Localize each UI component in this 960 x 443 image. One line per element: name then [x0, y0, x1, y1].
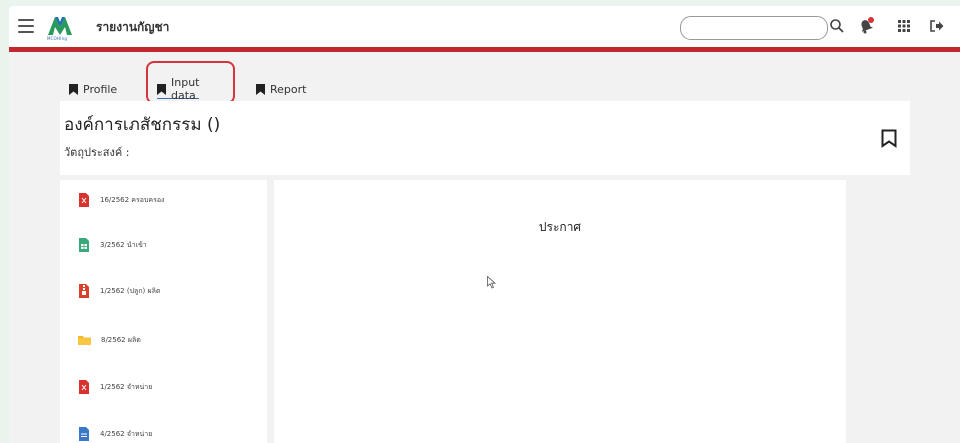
org-objective-label: วัตถุประสงค์ :: [64, 146, 130, 159]
doc-file-icon: [79, 427, 89, 441]
app-title: รายงานกัญชา: [96, 20, 170, 34]
mouse-cursor-icon: [487, 276, 496, 289]
org-header-card: องค์การเภสัชกรรม () วัตถุประสงค์ :: [60, 101, 910, 175]
bookmark-icon: [256, 83, 265, 95]
tab-report[interactable]: Report: [256, 80, 306, 98]
file-label: 4/2562 จำหน่าย: [100, 429, 153, 438]
org-title: องค์การเภสัชกรรม (): [64, 115, 221, 135]
sheet-file-icon: [79, 238, 89, 252]
list-item[interactable]: 1/2562 จำหน่าย: [78, 379, 152, 395]
list-item[interactable]: 3/2562 นำเข้า: [78, 237, 147, 253]
list-item[interactable]: 8/2562 ผลิต: [78, 332, 141, 348]
logout-icon[interactable]: [928, 17, 946, 35]
notification-badge: [868, 17, 874, 23]
announcement-heading: ประกาศ: [538, 220, 582, 234]
top-bar: MCOHIng รายงานกัญชา: [9, 6, 960, 52]
zip-file-icon: [79, 284, 89, 298]
tab-input-data[interactable]: Input data: [157, 76, 200, 102]
file-list: 16/2562 ครอบครอง 3/2562 นำเข้า 1/2562 (ป…: [60, 180, 267, 443]
logo-text: MCOHIng: [47, 36, 68, 41]
list-item[interactable]: 1/2562 (ปลูก) ผลิต: [78, 283, 160, 299]
tab-report-label: Report: [270, 82, 307, 96]
notification-bell[interactable]: [857, 17, 875, 35]
bookmark-icon: [157, 83, 166, 95]
tab-input-data-label: Input data: [171, 76, 200, 102]
tab-profile-label: Profile: [83, 82, 118, 96]
search-input[interactable]: [680, 16, 828, 40]
pdf-file-icon: [79, 193, 89, 207]
search-icon[interactable]: [828, 17, 846, 35]
list-item[interactable]: 16/2562 ครอบครอง: [78, 192, 164, 208]
file-label: 1/2562 (ปลูก) ผลิต: [100, 286, 161, 295]
folder-icon: [78, 336, 91, 345]
announcement-panel: ประกาศ: [274, 180, 846, 443]
file-label: 8/2562 ผลิต: [101, 335, 141, 344]
tab-profile[interactable]: Profile: [69, 80, 117, 98]
apps-grid-icon[interactable]: [895, 17, 913, 35]
file-label: 1/2562 จำหน่าย: [100, 382, 153, 391]
menu-icon[interactable]: [18, 19, 34, 33]
bookmark-icon: [69, 83, 78, 95]
bookmark-outline-icon[interactable]: [881, 129, 897, 148]
file-label: 16/2562 ครอบครอง: [100, 195, 165, 204]
file-label: 3/2562 นำเข้า: [100, 240, 147, 249]
app-window: MCOHIng รายงานกัญชา Profile Input data R…: [9, 6, 960, 443]
list-item[interactable]: 4/2562 จำหน่าย: [78, 426, 152, 442]
pdf-file-icon: [79, 380, 89, 394]
